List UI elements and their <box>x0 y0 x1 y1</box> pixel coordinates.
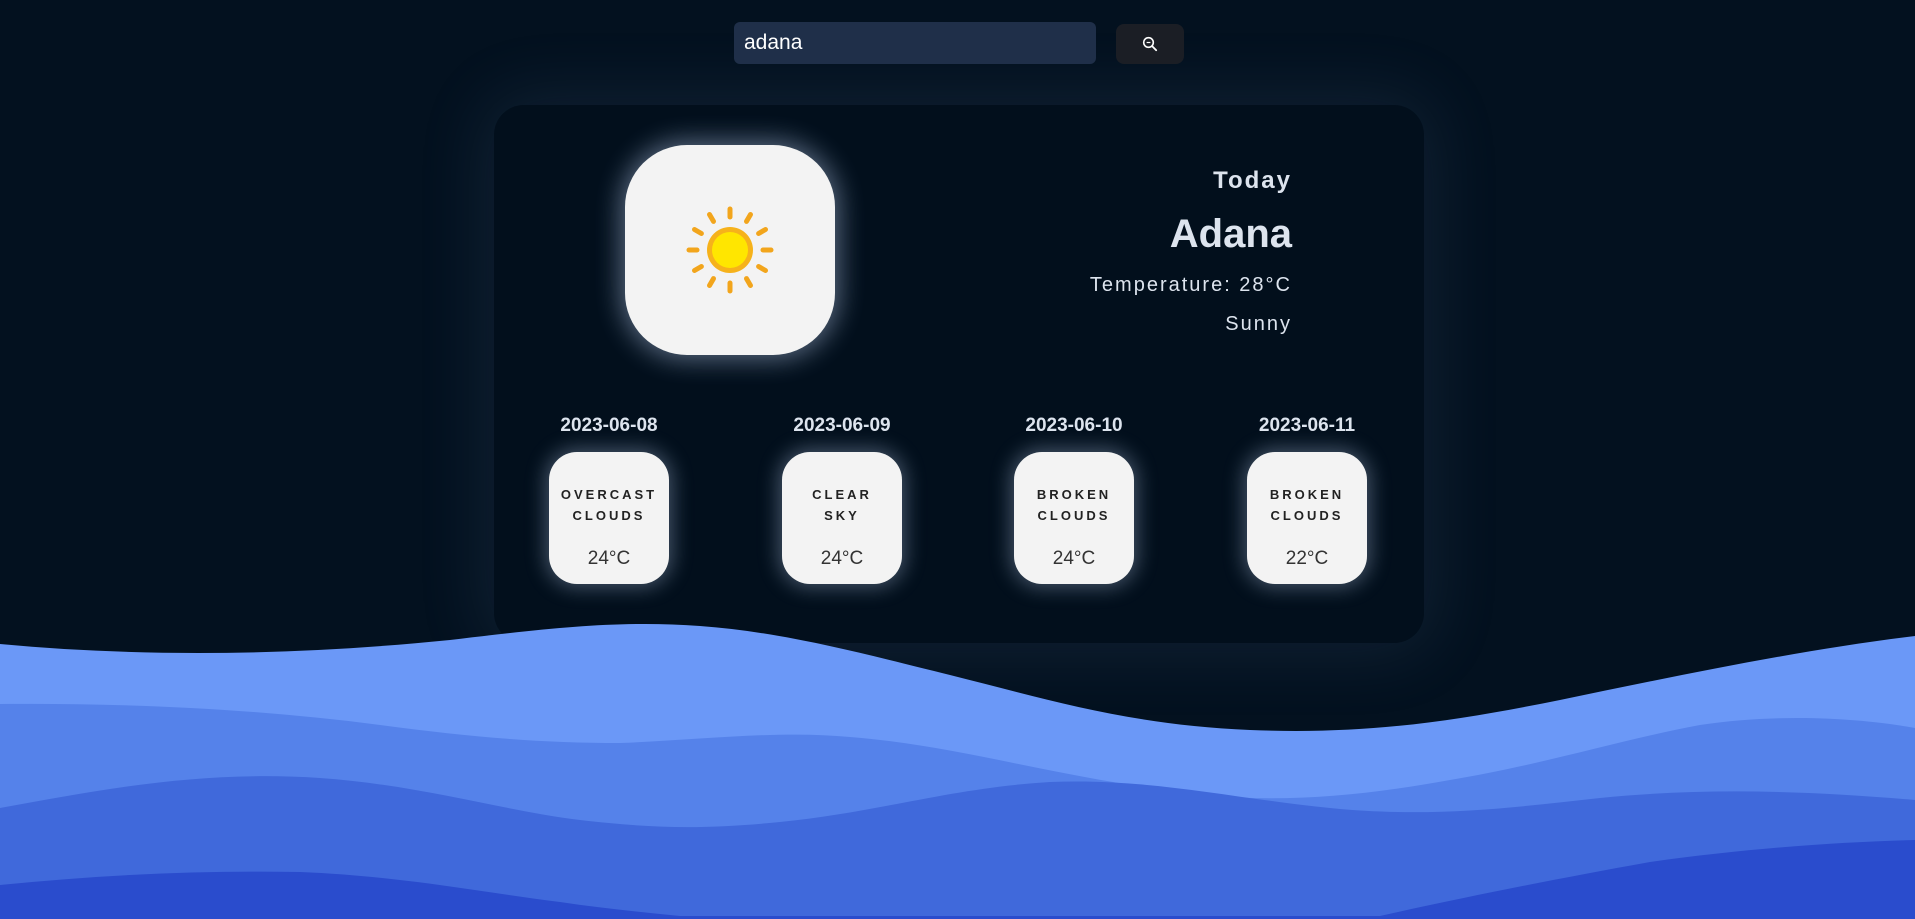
forecast-tile: OVERCAST CLOUDS 24°C <box>549 452 669 584</box>
today-temperature: Temperature: 28°C <box>1089 274 1292 296</box>
today-summary: Today Adana Temperature: 28°C Sunny <box>1090 167 1292 336</box>
decorative-waves <box>0 623 1915 919</box>
forecast-temperature: 24°C <box>820 548 864 569</box>
weather-app: Today Adana Temperature: 28°C Sunny 2023… <box>0 0 1915 919</box>
forecast-description-line: OVERCAST <box>560 487 658 502</box>
forecast-tile: BROKEN CLOUDS 24°C <box>1014 452 1134 584</box>
forecast-temperature: 24°C <box>1052 548 1096 569</box>
sun-icon <box>686 206 774 294</box>
search-button[interactable] <box>1116 24 1184 64</box>
city-name: Adana <box>1169 212 1292 256</box>
today-description: Sunny <box>1225 313 1292 335</box>
forecast-description: BROKEN CLOUDS <box>1247 484 1367 526</box>
forecast-description: CLEAR SKY <box>782 484 902 526</box>
forecast-description-line: BROKEN <box>1269 487 1345 502</box>
today-label: Today <box>1213 167 1292 194</box>
forecast-day: 2023-06-08 OVERCAST CLOUDS 24°C <box>539 415 679 584</box>
forecast-description-line: CLEAR <box>812 487 872 502</box>
search-icon <box>1142 36 1158 52</box>
forecast-temperature: 22°C <box>1285 548 1329 569</box>
forecast-tile: BROKEN CLOUDS 22°C <box>1247 452 1367 584</box>
forecast-date: 2023-06-09 <box>793 415 891 436</box>
forecast-day: 2023-06-10 BROKEN CLOUDS 24°C <box>1004 415 1144 584</box>
forecast-temperature: 24°C <box>587 548 631 569</box>
forecast-description: BROKEN CLOUDS <box>1014 484 1134 526</box>
forecast-description-line: BROKEN <box>1036 487 1112 502</box>
forecast-tile: CLEAR SKY 24°C <box>782 452 902 584</box>
forecast-day: 2023-06-11 BROKEN CLOUDS 22°C <box>1237 415 1377 584</box>
forecast-description: OVERCAST CLOUDS <box>549 484 669 526</box>
weather-card: Today Adana Temperature: 28°C Sunny 2023… <box>494 105 1424 643</box>
forecast-day: 2023-06-09 CLEAR SKY 24°C <box>772 415 912 584</box>
forecast-description-line: SKY <box>824 508 860 523</box>
today-icon-tile <box>625 145 835 355</box>
forecast-description-line: CLOUDS <box>1037 508 1111 523</box>
forecast-date: 2023-06-10 <box>1025 415 1123 436</box>
forecast-date: 2023-06-11 <box>1258 415 1356 436</box>
forecast-description-line: CLOUDS <box>572 508 646 523</box>
search-input[interactable] <box>734 22 1096 64</box>
forecast-date: 2023-06-08 <box>560 415 658 436</box>
forecast-description-line: CLOUDS <box>1270 508 1344 523</box>
